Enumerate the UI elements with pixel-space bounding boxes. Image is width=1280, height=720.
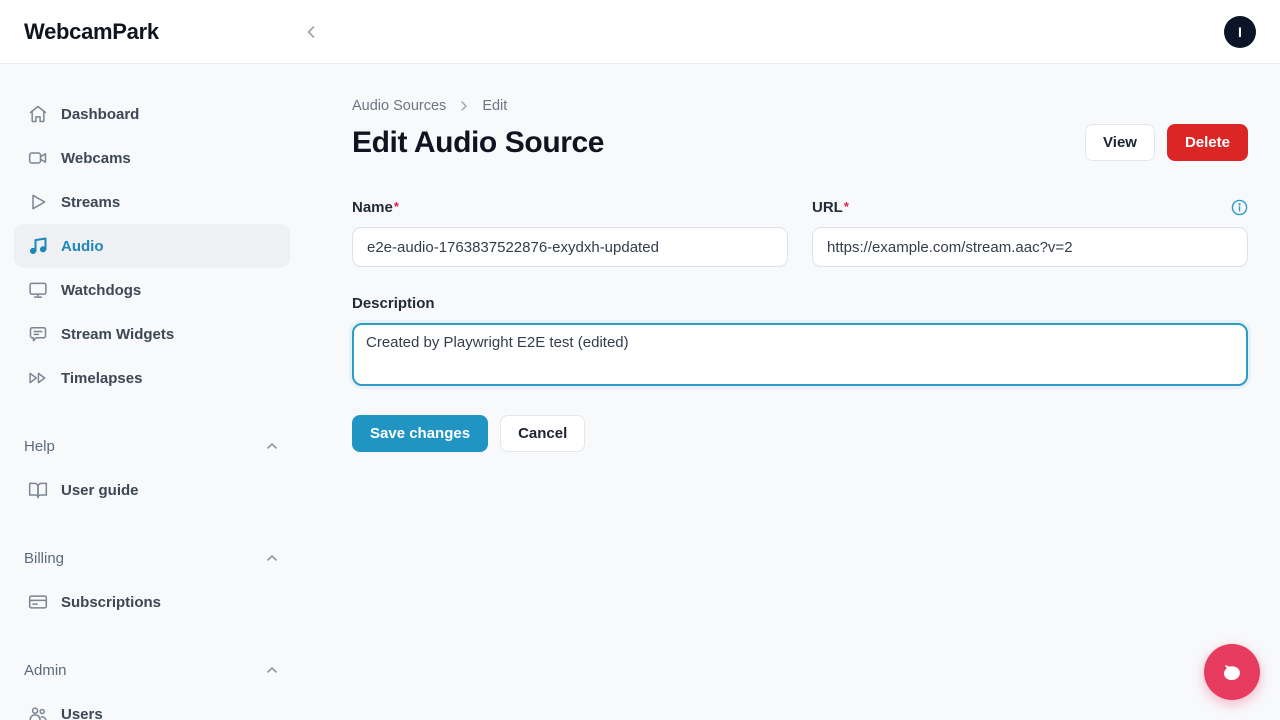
sidebar-item-audio[interactable]: Audio bbox=[14, 224, 290, 268]
sidebar-section-billing[interactable]: Billing bbox=[0, 536, 304, 580]
sidebar-item-users[interactable]: Users bbox=[14, 692, 290, 720]
chevron-left-icon bbox=[301, 22, 321, 42]
description-textarea[interactable]: Created by Playwright E2E test (edited) bbox=[352, 323, 1248, 386]
sidebar-item-label: Audio bbox=[61, 238, 104, 255]
save-changes-button[interactable]: Save changes bbox=[352, 415, 488, 452]
app-logo: WebcamPark bbox=[24, 19, 159, 45]
page-title: Edit Audio Source bbox=[352, 126, 604, 160]
description-label: Description bbox=[352, 295, 435, 312]
sidebar-item-label: User guide bbox=[61, 482, 139, 499]
sidebar-section-label: Billing bbox=[24, 550, 64, 567]
url-field-group: URL* bbox=[812, 197, 1248, 267]
video-camera-icon bbox=[28, 148, 48, 168]
play-icon bbox=[28, 192, 48, 212]
fast-forward-icon bbox=[28, 368, 48, 388]
sidebar-item-label: Timelapses bbox=[61, 370, 142, 387]
cancel-button[interactable]: Cancel bbox=[500, 415, 585, 452]
breadcrumb-current: Edit bbox=[482, 98, 507, 114]
sidebar-section-label: Help bbox=[24, 438, 55, 455]
name-input[interactable] bbox=[352, 227, 788, 267]
music-note-icon bbox=[28, 236, 48, 256]
required-asterisk: * bbox=[844, 199, 849, 214]
monitor-icon bbox=[28, 280, 48, 300]
breadcrumb: Audio Sources Edit bbox=[352, 98, 1248, 114]
sidebar-item-label: Subscriptions bbox=[61, 594, 161, 611]
sidebar-section-label: Admin bbox=[24, 662, 67, 679]
info-icon[interactable] bbox=[1231, 199, 1248, 216]
sidebar-collapse-button[interactable] bbox=[297, 18, 325, 46]
description-field-group: Description Created by Playwright E2E te… bbox=[352, 293, 1248, 391]
view-button[interactable]: View bbox=[1085, 124, 1155, 161]
sidebar-section-admin[interactable]: Admin bbox=[0, 648, 304, 692]
breadcrumb-audio-sources[interactable]: Audio Sources bbox=[352, 98, 446, 114]
url-input[interactable] bbox=[812, 227, 1248, 267]
sidebar-item-label: Dashboard bbox=[61, 106, 139, 123]
sidebar-item-label: Users bbox=[61, 706, 103, 720]
sidebar-item-dashboard[interactable]: Dashboard bbox=[14, 92, 290, 136]
sidebar-item-label: Webcams bbox=[61, 150, 131, 167]
url-label: URL* bbox=[812, 199, 849, 216]
sidebar-item-label: Watchdogs bbox=[61, 282, 141, 299]
credit-card-icon bbox=[28, 592, 48, 612]
users-icon bbox=[28, 704, 48, 720]
delete-button[interactable]: Delete bbox=[1167, 124, 1248, 161]
chat-widget-button[interactable] bbox=[1204, 644, 1260, 700]
chat-bubble-icon bbox=[28, 324, 48, 344]
chevron-right-icon bbox=[456, 98, 472, 114]
sidebar-item-label: Streams bbox=[61, 194, 120, 211]
name-field-group: Name* bbox=[352, 197, 788, 267]
name-label: Name* bbox=[352, 199, 399, 216]
sidebar: Dashboard Webcams Streams Audio Watchdog bbox=[0, 64, 304, 720]
sidebar-item-streams[interactable]: Streams bbox=[14, 180, 290, 224]
chevron-up-icon bbox=[264, 662, 280, 678]
required-asterisk: * bbox=[394, 199, 399, 214]
sidebar-item-webcams[interactable]: Webcams bbox=[14, 136, 290, 180]
sidebar-item-timelapses[interactable]: Timelapses bbox=[14, 356, 290, 400]
chevron-up-icon bbox=[264, 550, 280, 566]
user-avatar[interactable]: I bbox=[1224, 16, 1256, 48]
sidebar-section-help[interactable]: Help bbox=[0, 424, 304, 468]
home-icon bbox=[28, 104, 48, 124]
sidebar-item-user-guide[interactable]: User guide bbox=[14, 468, 290, 512]
speech-bubble-icon bbox=[1219, 659, 1245, 685]
main-content: Audio Sources Edit Edit Audio Source Vie… bbox=[304, 64, 1280, 720]
sidebar-item-watchdogs[interactable]: Watchdogs bbox=[14, 268, 290, 312]
sidebar-item-subscriptions[interactable]: Subscriptions bbox=[14, 580, 290, 624]
book-open-icon bbox=[28, 480, 48, 500]
chevron-up-icon bbox=[264, 438, 280, 454]
app-header: WebcamPark I bbox=[0, 0, 1280, 64]
sidebar-item-stream-widgets[interactable]: Stream Widgets bbox=[14, 312, 290, 356]
sidebar-item-label: Stream Widgets bbox=[61, 326, 174, 343]
